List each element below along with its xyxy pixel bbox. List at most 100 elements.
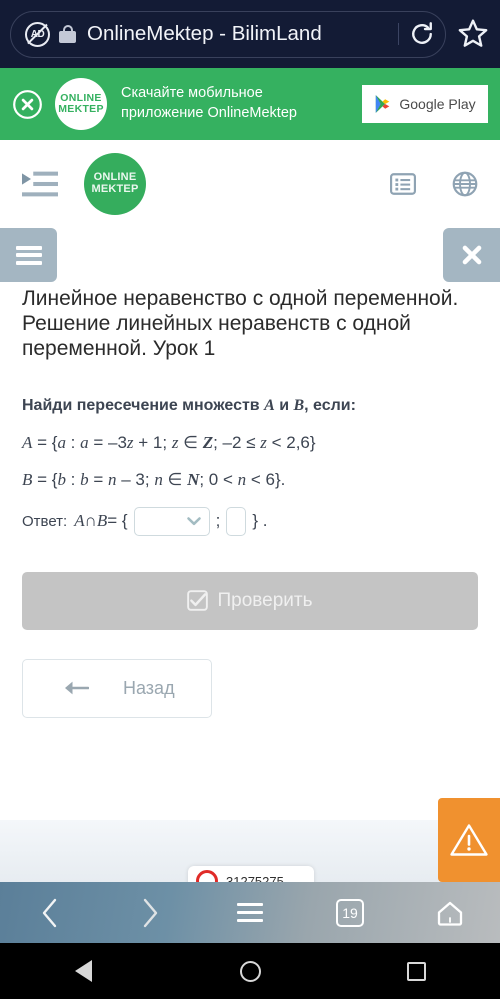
answer-expr-b: B bbox=[96, 511, 108, 531]
browser-home-button[interactable] bbox=[400, 899, 500, 927]
page-title: OnlineMektep - BilimLand bbox=[87, 22, 322, 45]
task-question-prefix: Найди пересечение множеств bbox=[22, 396, 265, 414]
chevron-right-icon bbox=[143, 898, 158, 927]
google-play-button[interactable]: Google Play bbox=[362, 85, 488, 123]
answer-select[interactable] bbox=[133, 506, 210, 536]
set-a-body: = –3 bbox=[88, 432, 127, 452]
lesson-menu-button[interactable] bbox=[0, 228, 57, 282]
answer-label: Ответ: bbox=[22, 512, 68, 530]
set-a-var2: a bbox=[80, 432, 89, 452]
star-bookmark-icon[interactable] bbox=[456, 17, 490, 51]
browser-menu-button[interactable] bbox=[200, 903, 300, 922]
site-header: ONLINE MEKTEP bbox=[0, 140, 500, 228]
set-a-z3: z bbox=[260, 432, 267, 452]
warning-report-button[interactable] bbox=[438, 798, 500, 882]
set-a-z1: z bbox=[126, 432, 134, 452]
set-a-var: a bbox=[57, 432, 66, 452]
set-b-range2: < 6}. bbox=[246, 470, 286, 490]
android-nav-bar bbox=[0, 943, 500, 999]
answer-cap: ∩ bbox=[84, 511, 97, 531]
set-a-colon: : bbox=[65, 432, 81, 452]
reload-icon[interactable] bbox=[407, 19, 437, 49]
promo-logo-line2: MEKTEP bbox=[58, 103, 104, 115]
omnibox-divider bbox=[398, 23, 399, 45]
android-back-button[interactable] bbox=[0, 960, 167, 982]
checkbox-checked-icon bbox=[187, 590, 209, 612]
lock-icon bbox=[59, 24, 76, 44]
arrow-left-icon bbox=[65, 681, 89, 695]
adblock-icon[interactable]: AD bbox=[25, 21, 50, 47]
set-b-name: B bbox=[22, 470, 33, 490]
set-a-definition: A = {a : a = –3z + 1; z ∈ Z; –2 ≤ z < 2,… bbox=[22, 431, 478, 456]
set-a-range: ; –2 ≤ bbox=[213, 432, 261, 452]
promo-text: Скачайте мобильное приложение OnlineMekt… bbox=[121, 84, 362, 123]
set-a-name: A bbox=[22, 432, 33, 452]
android-recents-square-icon bbox=[407, 961, 427, 981]
answer-line: Ответ: A ∩ B = { ; } . bbox=[22, 506, 478, 536]
answer-closing: } . bbox=[252, 511, 268, 531]
task-question-set-a: A bbox=[264, 396, 275, 414]
set-b-domain: N bbox=[187, 470, 200, 490]
set-b-var2: b bbox=[80, 470, 89, 490]
chevron-left-icon bbox=[42, 898, 57, 927]
hamburger-menu-icon bbox=[15, 245, 42, 265]
globe-language-icon[interactable] bbox=[452, 171, 478, 197]
task-question-set-b: B bbox=[293, 396, 305, 414]
lesson-action-row bbox=[0, 228, 500, 282]
set-b-eq: = { bbox=[32, 470, 58, 490]
lesson-body: Линейное неравенство с одной переменной.… bbox=[0, 282, 500, 536]
answer-equals: = { bbox=[107, 511, 128, 531]
set-a-eq: = { bbox=[32, 432, 58, 452]
warning-triangle-icon bbox=[450, 824, 488, 856]
set-a-domain: Z bbox=[202, 432, 214, 452]
set-b-in: ∈ bbox=[162, 470, 188, 490]
android-home-button[interactable] bbox=[167, 960, 334, 982]
set-b-body: = bbox=[88, 470, 108, 490]
set-b-n3: n bbox=[237, 470, 247, 490]
expand-sidebar-icon[interactable] bbox=[22, 170, 58, 198]
omnibox[interactable]: AD OnlineMektep - BilimLand bbox=[10, 10, 446, 58]
task-question-conj: и bbox=[274, 396, 294, 414]
check-button[interactable]: Проверить bbox=[22, 571, 478, 630]
site-logo[interactable]: ONLINE MEKTEP bbox=[84, 153, 146, 215]
answer-input[interactable] bbox=[226, 506, 247, 536]
home-icon bbox=[437, 901, 463, 926]
browser-bottom-bar: 19 bbox=[0, 882, 500, 943]
chevron-down-icon bbox=[186, 517, 201, 526]
set-b-n2: n bbox=[154, 470, 163, 490]
page-content: ONLINE MEKTEP Линейное неравенство с одн… bbox=[0, 140, 500, 820]
lesson-close-button[interactable] bbox=[443, 228, 500, 282]
set-b-definition: B = {b : b = n – 3; n ∈ N; 0 < n < 6}. bbox=[22, 468, 478, 493]
google-play-icon bbox=[376, 95, 390, 113]
set-b-n1: n bbox=[108, 470, 117, 490]
android-home-circle-icon bbox=[239, 960, 261, 982]
contents-list-icon[interactable] bbox=[390, 171, 416, 197]
check-button-label: Проверить bbox=[217, 589, 313, 611]
close-circle-icon[interactable] bbox=[12, 89, 43, 120]
set-b-range: ; 0 < bbox=[199, 470, 238, 490]
browser-back-button[interactable] bbox=[0, 897, 100, 929]
adblock-label: AD bbox=[30, 28, 45, 40]
hamburger-menu-icon bbox=[237, 903, 263, 922]
tab-count-badge: 19 bbox=[336, 898, 364, 927]
browser-forward-button[interactable] bbox=[100, 897, 200, 929]
google-play-label: Google Play bbox=[399, 96, 476, 112]
close-x-icon bbox=[462, 245, 481, 265]
back-button-label: Назад bbox=[123, 677, 175, 698]
task-block: Найди пересечение множеств A и B, если: … bbox=[22, 394, 478, 536]
set-b-var: b bbox=[57, 470, 66, 490]
promo-text-line1: Скачайте мобильное bbox=[121, 85, 263, 102]
app-promo-banner: ONLINE MEKTEP Скачайте мобильное приложе… bbox=[0, 68, 500, 140]
browser-tabs-button[interactable]: 19 bbox=[300, 898, 400, 927]
back-button[interactable]: Назад bbox=[22, 658, 212, 718]
tab-count-label: 19 bbox=[342, 904, 358, 921]
lesson-title: Линейное неравенство с одной переменной.… bbox=[22, 287, 459, 361]
set-b-colon: : bbox=[65, 470, 81, 490]
set-b-body2: – 3; bbox=[116, 470, 155, 490]
android-recents-button[interactable] bbox=[333, 961, 500, 981]
answer-expr-a: A bbox=[74, 511, 85, 531]
promo-text-line2: приложение OnlineMektep bbox=[121, 105, 297, 121]
set-a-body2: + 1; bbox=[133, 432, 172, 452]
task-question-suffix: , если: bbox=[304, 396, 356, 414]
task-question: Найди пересечение множеств A и B, если: bbox=[22, 394, 478, 418]
